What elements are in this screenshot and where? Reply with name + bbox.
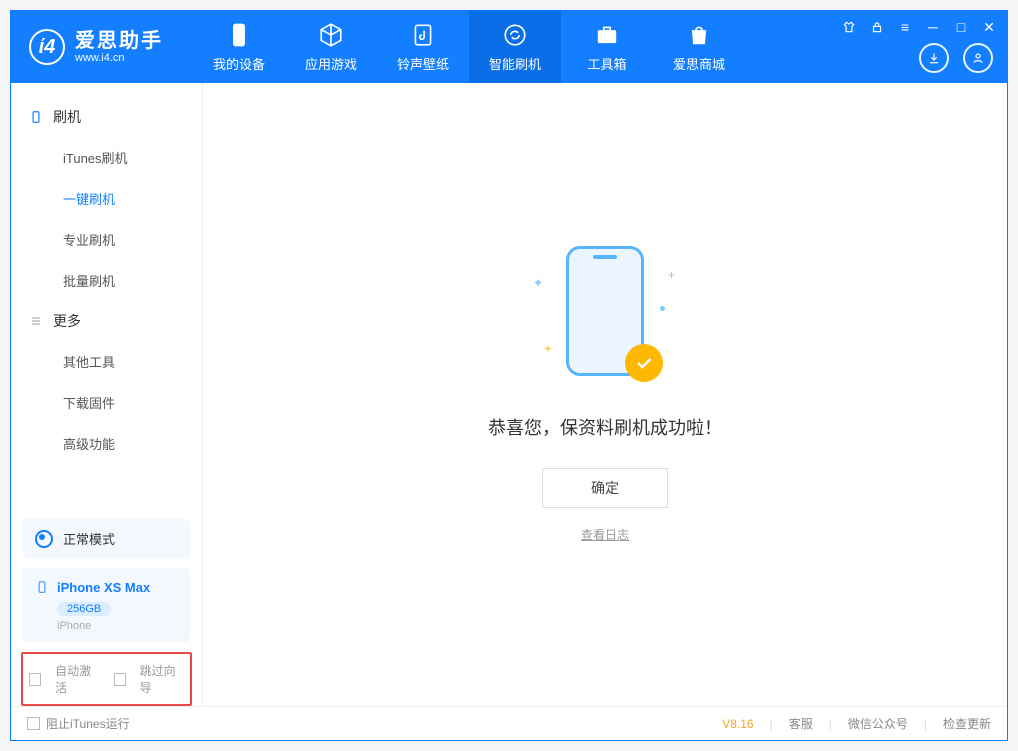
version-label: V8.16	[722, 717, 753, 731]
tab-smart-flash[interactable]: 智能刷机	[469, 11, 561, 83]
mode-card[interactable]: 正常模式	[23, 519, 190, 558]
tab-store[interactable]: 爱思商城	[653, 11, 745, 83]
close-button[interactable]: ✕	[981, 19, 997, 35]
user-button[interactable]	[963, 43, 993, 73]
minimize-button[interactable]: ─	[925, 19, 941, 35]
tab-toolbox[interactable]: 工具箱	[561, 11, 653, 83]
phone-outline-icon	[35, 578, 49, 596]
tab-label: 爱思商城	[673, 54, 725, 73]
sidebar-item-download-firmware[interactable]: 下载固件	[11, 382, 202, 423]
sparkle-icon: ✦	[543, 342, 553, 356]
logo-icon: ί4	[29, 29, 65, 65]
skip-guide-label: 跳过向导	[140, 662, 184, 696]
list-icon	[29, 314, 43, 328]
tab-apps-games[interactable]: 应用游戏	[285, 11, 377, 83]
success-illustration: ✦ + ✦	[515, 246, 695, 396]
tab-ringtone-wallpaper[interactable]: 铃声壁纸	[377, 11, 469, 83]
menu-icon[interactable]: ≡	[897, 19, 913, 35]
sidebar-item-other-tools[interactable]: 其他工具	[11, 341, 202, 382]
titlebar: ί4 爱思助手 www.i4.cn 我的设备 应用游戏 铃声壁纸 智能刷机	[11, 11, 1007, 83]
check-update-link[interactable]: 检查更新	[943, 715, 991, 732]
dot-icon	[660, 306, 665, 311]
tab-label: 工具箱	[587, 54, 626, 73]
logo: ί4 爱思助手 www.i4.cn	[11, 29, 181, 65]
app-name: 爱思助手	[75, 30, 163, 52]
device-icon	[29, 110, 43, 124]
refresh-shield-icon	[502, 22, 528, 48]
block-itunes-label: 阻止iTunes运行	[46, 715, 130, 732]
sparkle-icon: ✦	[533, 276, 543, 290]
phone-icon	[226, 22, 252, 48]
customer-service-link[interactable]: 客服	[789, 715, 813, 732]
storage-badge: 256GB	[57, 602, 111, 616]
sidebar-section-flash: 刷机	[11, 97, 202, 137]
shirt-icon[interactable]	[841, 19, 857, 35]
sidebar-item-batch-flash[interactable]: 批量刷机	[11, 260, 202, 301]
device-name: iPhone XS Max	[57, 580, 150, 595]
cube-icon	[318, 22, 344, 48]
view-log-link[interactable]: 查看日志	[581, 526, 629, 543]
tab-label: 应用游戏	[305, 54, 357, 73]
nav-tabs: 我的设备 应用游戏 铃声壁纸 智能刷机 工具箱 爱思商城	[193, 11, 745, 83]
maximize-button[interactable]: □	[953, 19, 969, 35]
device-type: iPhone	[57, 620, 178, 632]
success-message: 恭喜您，保资料刷机成功啦！	[488, 414, 722, 440]
bag-icon	[686, 22, 712, 48]
tab-label: 铃声壁纸	[397, 54, 449, 73]
sidebar-item-advanced[interactable]: 高级功能	[11, 423, 202, 464]
lock-icon[interactable]	[869, 19, 885, 35]
auto-activate-checkbox[interactable]	[29, 673, 41, 686]
app-url: www.i4.cn	[75, 52, 163, 64]
main-content: ✦ + ✦ 恭喜您，保资料刷机成功啦！ 确定 查看日志	[203, 83, 1007, 706]
sidebar-item-pro-flash[interactable]: 专业刷机	[11, 219, 202, 260]
app-window: ί4 爱思助手 www.i4.cn 我的设备 应用游戏 铃声壁纸 智能刷机	[10, 10, 1008, 741]
sidebar-item-itunes-flash[interactable]: iTunes刷机	[11, 137, 202, 178]
block-itunes-checkbox[interactable]	[27, 717, 40, 730]
mode-label: 正常模式	[63, 529, 115, 548]
mode-icon	[35, 530, 53, 548]
skip-guide-checkbox[interactable]	[114, 673, 126, 686]
tab-label: 智能刷机	[489, 54, 541, 73]
statusbar: 阻止iTunes运行 V8.16 | 客服 | 微信公众号 | 检查更新	[11, 706, 1007, 740]
music-file-icon	[410, 22, 436, 48]
check-badge-icon	[625, 344, 663, 382]
sidebar-section-more: 更多	[11, 301, 202, 341]
auto-activate-label: 自动激活	[55, 662, 99, 696]
download-button[interactable]	[919, 43, 949, 73]
wechat-link[interactable]: 微信公众号	[848, 715, 908, 732]
sidebar: 刷机 iTunes刷机 一键刷机 专业刷机 批量刷机 更多 其他工具 下载固件 …	[11, 83, 203, 706]
toolbox-icon	[594, 22, 620, 48]
ok-button[interactable]: 确定	[542, 468, 668, 508]
sparkle-icon: +	[668, 268, 675, 282]
tab-my-device[interactable]: 我的设备	[193, 11, 285, 83]
sidebar-item-oneclick-flash[interactable]: 一键刷机	[11, 178, 202, 219]
checkbox-row: 自动激活 跳过向导	[21, 652, 192, 706]
device-card[interactable]: iPhone XS Max 256GB iPhone	[23, 568, 190, 642]
tab-label: 我的设备	[213, 54, 265, 73]
